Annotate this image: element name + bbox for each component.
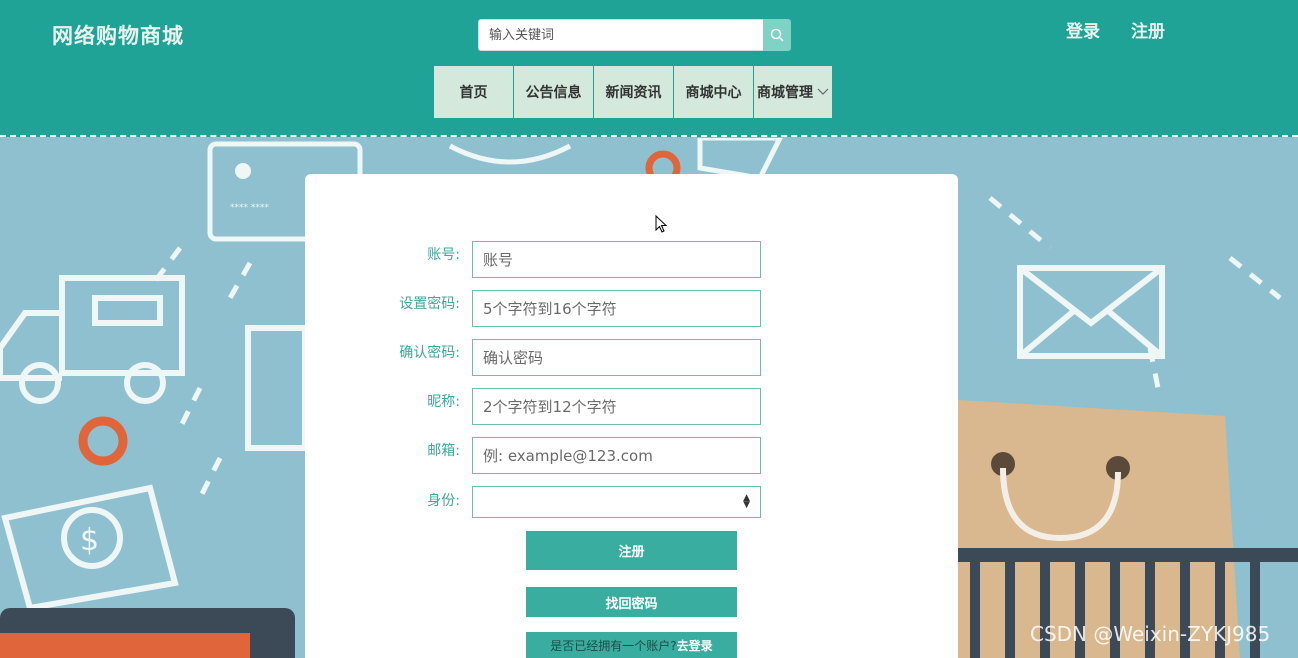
identity-label: 身份: <box>427 493 460 509</box>
search-bar <box>478 19 791 51</box>
confirm-password-label: 确认密码: <box>399 345 460 361</box>
have-account-text: 是否已经拥有一个账户? <box>550 638 677 653</box>
identity-select[interactable]: ▲ ▼ <box>472 486 761 518</box>
nav-item-home[interactable]: 首页 <box>434 66 513 118</box>
select-arrows-icon: ▲ ▼ <box>743 493 750 510</box>
svg-text:**** ****: **** **** <box>230 203 269 213</box>
watermark: CSDN @Weixin-ZYKJ985 <box>1030 622 1271 646</box>
login-link[interactable]: 登录 <box>1066 17 1100 42</box>
email-input[interactable] <box>472 437 761 474</box>
password-input[interactable] <box>472 290 761 327</box>
register-link[interactable]: 注册 <box>1131 17 1165 42</box>
nav-item-mall-center[interactable]: 商城中心 <box>674 66 753 118</box>
top-header: 网络购物商城 登录 注册 首页 公告信息 新闻资讯 商城中心 商城管理 <box>0 0 1298 137</box>
go-login-link[interactable]: 去登录 <box>677 637 713 654</box>
main-nav: 首页 公告信息 新闻资讯 商城中心 商城管理 <box>434 66 833 118</box>
email-label: 邮箱: <box>427 443 460 459</box>
nav-item-mall-management[interactable]: 商城管理 <box>754 66 832 118</box>
search-input[interactable] <box>478 19 763 51</box>
register-button[interactable]: 注册 <box>526 531 737 570</box>
account-label: 账号: <box>427 247 460 263</box>
mouse-cursor-icon <box>655 215 667 233</box>
confirm-password-input[interactable] <box>472 339 761 376</box>
forgot-password-button[interactable]: 找回密码 <box>526 587 737 617</box>
password-label: 设置密码: <box>399 296 460 312</box>
account-input[interactable] <box>472 241 761 278</box>
nickname-label: 昵称: <box>427 394 460 410</box>
chevron-down-icon <box>817 88 829 95</box>
have-account-bar: 是否已经拥有一个账户? 去登录 <box>526 632 737 658</box>
nav-item-announcements[interactable]: 公告信息 <box>514 66 593 118</box>
site-logo[interactable]: 网络购物商城 <box>52 20 184 50</box>
search-button[interactable] <box>763 19 791 51</box>
shopping-basket-icon <box>958 548 1298 562</box>
svg-text:$: $ <box>80 523 99 558</box>
search-icon <box>770 28 784 42</box>
nav-item-news[interactable]: 新闻资讯 <box>594 66 673 118</box>
nickname-input[interactable] <box>472 388 761 425</box>
